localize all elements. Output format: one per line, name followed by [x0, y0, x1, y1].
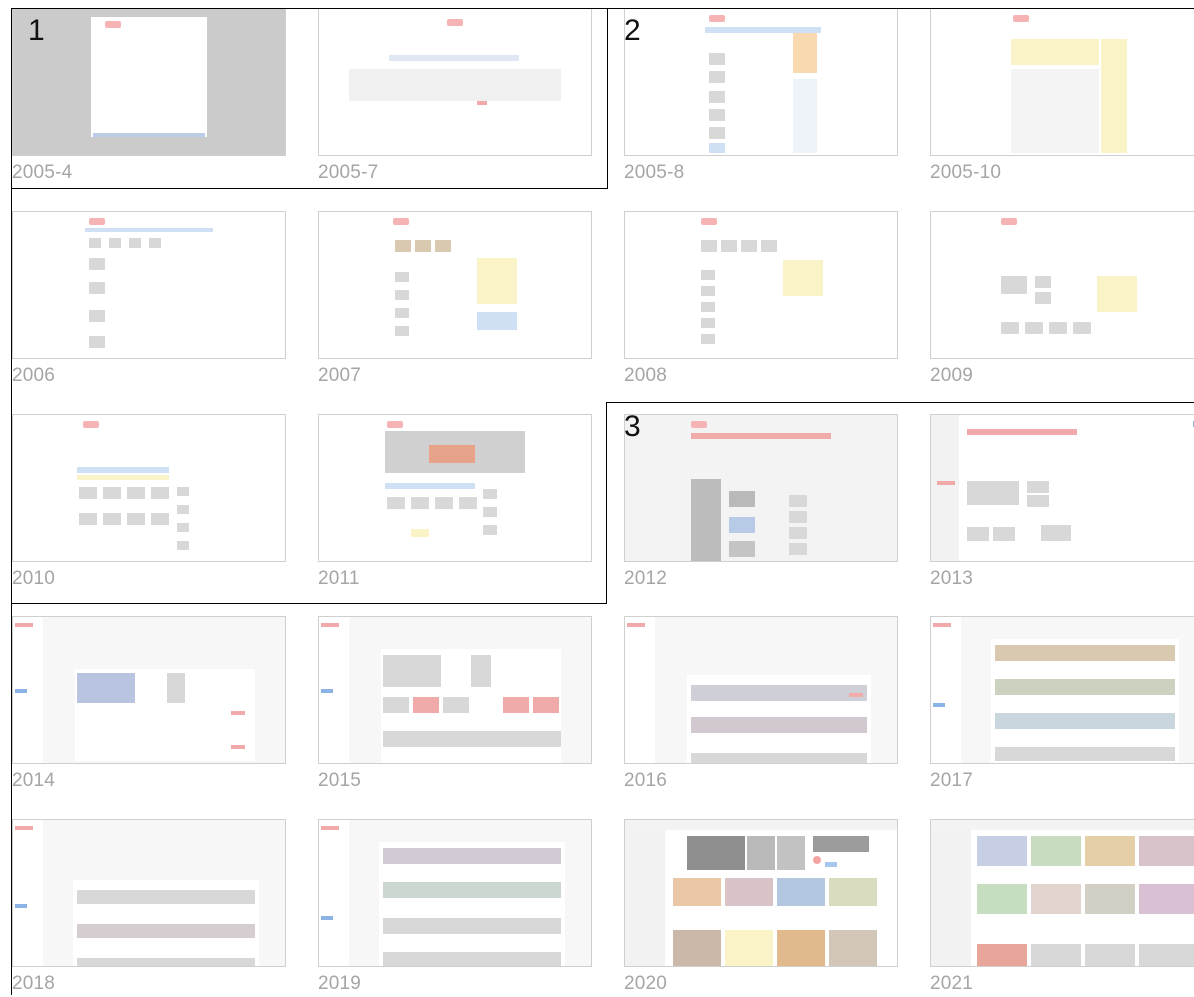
caption: 2006 — [12, 365, 56, 386]
thumbnail-2011 — [318, 414, 592, 562]
caption: 2018 — [12, 973, 56, 994]
group-1-left-edge — [11, 187, 12, 995]
screenshot-2012[interactable]: 2012 — [624, 414, 898, 592]
screenshot-2008[interactable]: 2008 — [624, 211, 898, 389]
thumbnail-2010 — [12, 414, 286, 562]
caption: 2021 — [930, 973, 974, 994]
thumbnail-2006 — [12, 211, 286, 359]
screenshot-2015[interactable]: 2015 — [318, 616, 592, 794]
caption: 2005-8 — [624, 162, 685, 183]
screenshot-2014[interactable]: 2014 — [12, 616, 286, 794]
caption: 2005-4 — [12, 162, 73, 183]
caption: 2017 — [930, 770, 974, 791]
caption: 2011 — [318, 568, 360, 589]
caption: 2007 — [318, 365, 362, 386]
thumbnail-2015 — [318, 616, 592, 764]
screenshot-2011[interactable]: 2011 — [318, 414, 592, 592]
thumbnail-2008 — [624, 211, 898, 359]
thumbnail-2014 — [12, 616, 286, 764]
thumbnail-2012 — [624, 414, 898, 562]
caption: 2013 — [930, 568, 974, 589]
group-2-divider-bottom — [11, 603, 607, 604]
group-2-divider-vertical — [606, 402, 607, 603]
thumbnail-2020 — [624, 819, 898, 967]
screenshot-2018[interactable]: 2018 — [12, 819, 286, 997]
screenshot-2005-10[interactable]: 2005-10 — [930, 8, 1194, 186]
caption: 2020 — [624, 973, 668, 994]
thumbnail-2005-8 — [624, 8, 898, 156]
group-2-divider-top — [606, 402, 1194, 403]
thumbnail-2018 — [12, 819, 286, 967]
caption: 2010 — [12, 568, 56, 589]
thumbnail-2016 — [624, 616, 898, 764]
screenshot-2005-4[interactable]: 2005-4 — [12, 8, 286, 186]
screenshot-2010[interactable]: 2010 — [12, 414, 286, 592]
thumbnail-2007 — [318, 211, 592, 359]
thumbnail-2019 — [318, 819, 592, 967]
caption: 2015 — [318, 770, 362, 791]
screenshot-2017[interactable]: 2017 — [930, 616, 1194, 794]
thumbnail-2009 — [930, 211, 1194, 359]
screenshot-2006[interactable]: 2006 — [12, 211, 286, 389]
screenshot-2020[interactable]: 2020 — [624, 819, 898, 997]
screenshot-2005-7[interactable]: 2005-7 — [318, 8, 592, 186]
group-number-3: 3 — [624, 410, 641, 443]
thumbnail-2017 — [930, 616, 1194, 764]
thumbnail-2005-10 — [930, 8, 1194, 156]
thumbnail-2005-4 — [12, 8, 286, 156]
screenshot-2021[interactable]: 2021 — [930, 819, 1194, 997]
screenshot-2016[interactable]: 2016 — [624, 616, 898, 794]
screenshot-2007[interactable]: 2007 — [318, 211, 592, 389]
group-number-2: 2 — [624, 14, 641, 47]
youtube-history-grid: { "groups": [ {"number": "1"}, {"number"… — [0, 0, 1194, 995]
caption: 2005-7 — [318, 162, 379, 183]
screenshot-2013[interactable]: 2013 — [930, 414, 1194, 592]
group-number-1: 1 — [28, 14, 45, 47]
caption: 2009 — [930, 365, 974, 386]
caption: 2005-10 — [930, 162, 1002, 183]
screenshot-2005-8[interactable]: 2005-8 — [624, 8, 898, 186]
caption: 2016 — [624, 770, 668, 791]
thumbnail-2013 — [930, 414, 1194, 562]
thumbnail-2005-7 — [318, 8, 592, 156]
caption: 2012 — [624, 568, 668, 589]
caption: 2008 — [624, 365, 668, 386]
thumbnail-2021 — [930, 819, 1194, 967]
caption: 2014 — [12, 770, 56, 791]
screenshot-2019[interactable]: 2019 — [318, 819, 592, 997]
caption: 2019 — [318, 973, 362, 994]
screenshot-2009[interactable]: 2009 — [930, 211, 1194, 389]
